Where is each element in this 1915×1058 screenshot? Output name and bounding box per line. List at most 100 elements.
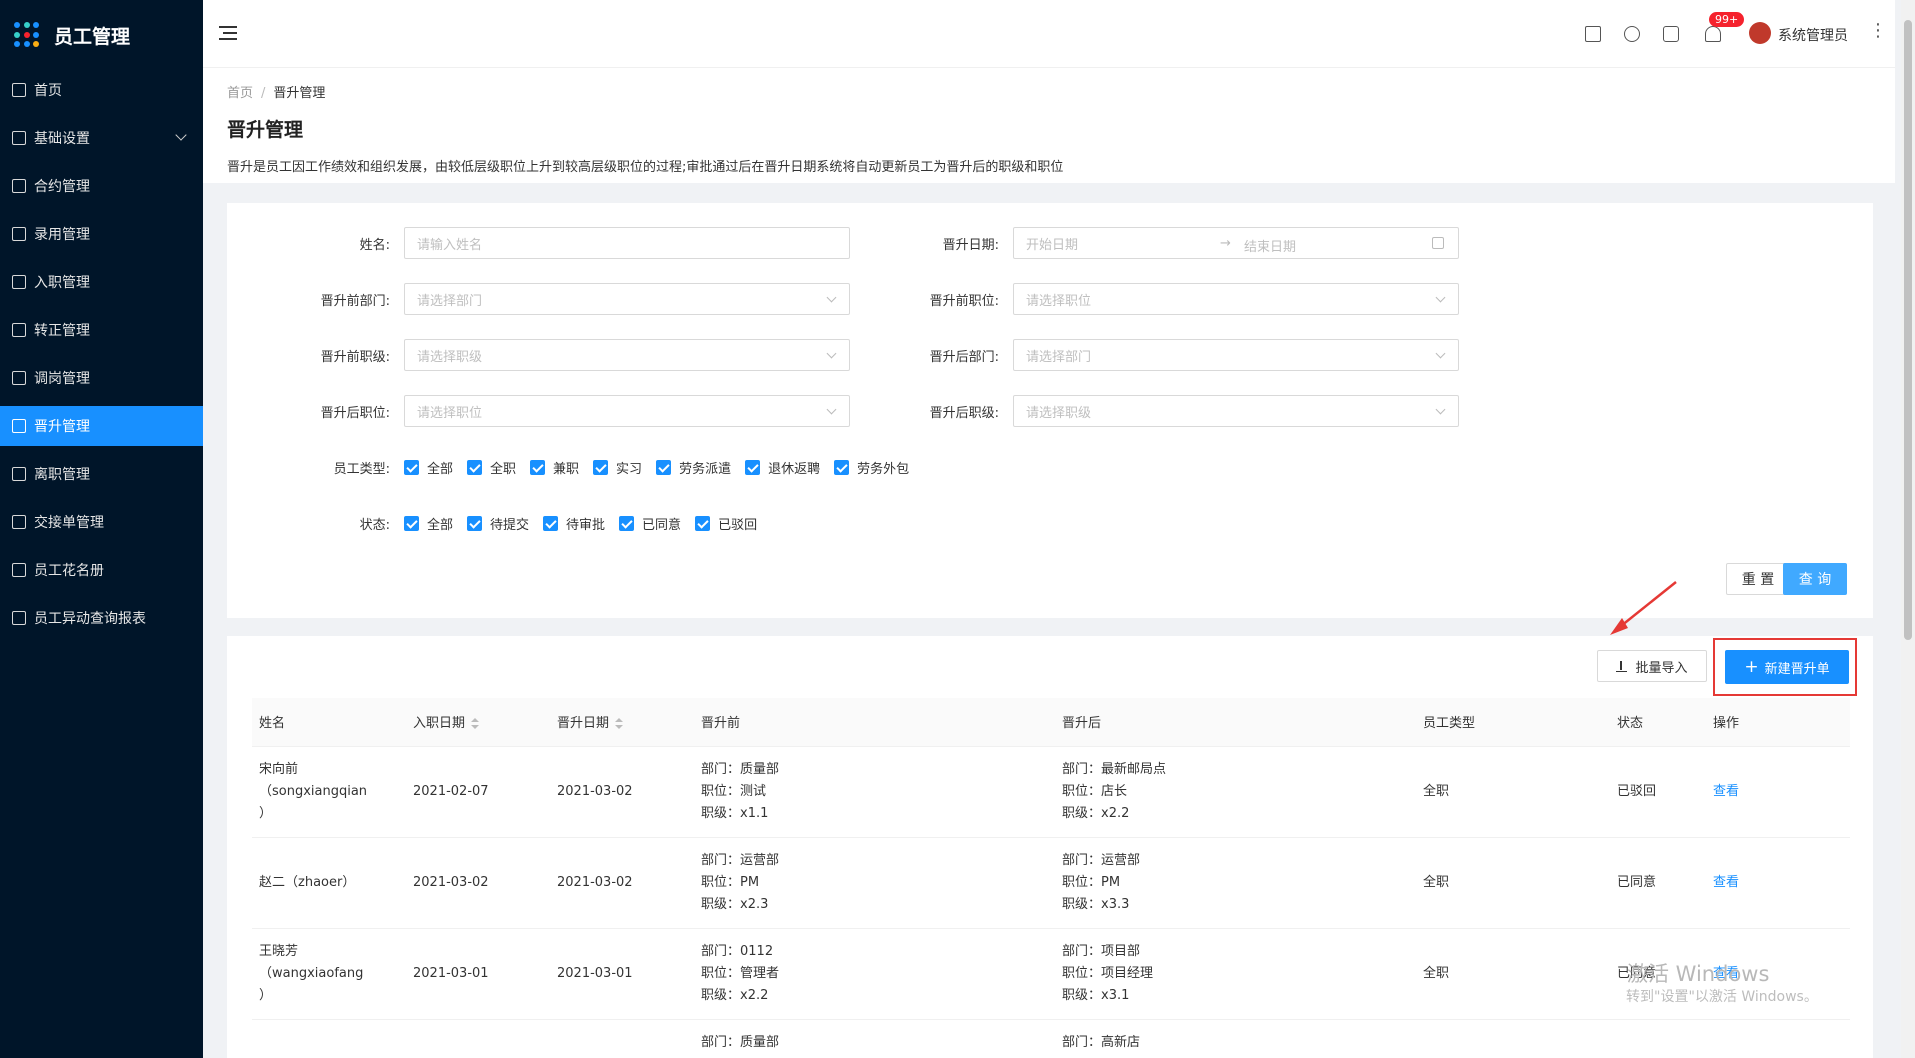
sidebar-item-11[interactable]: 员工异动查询报表 [0, 598, 203, 638]
cell-after: 部门：高新店 [1055, 1019, 1416, 1058]
cell-emp-type: 全职 [1416, 928, 1610, 1020]
calendar-icon [1432, 237, 1444, 249]
checkbox-checked-icon[interactable] [656, 460, 672, 475]
filter-before-level-row: 晋升前职级: 请选择职级 [254, 339, 850, 371]
checkbox-checked-icon[interactable] [404, 516, 419, 531]
filter-date-row: 晋升日期: 开始日期 → 结束日期 [863, 227, 1459, 259]
more-icon[interactable]: ⋮ [1869, 22, 1887, 40]
sidebar-item-8[interactable]: 离职管理 [0, 454, 203, 494]
sidebar-item-3[interactable]: 录用管理 [0, 214, 203, 254]
annotation-arrow [1610, 581, 1677, 635]
checkbox-checked-icon[interactable] [834, 460, 850, 475]
emp-type-checkbox-5[interactable]: 退休返聘 [745, 458, 820, 477]
after-pos-select[interactable]: 请选择职位 [404, 395, 850, 427]
col-join-date[interactable]: 入职日期 [406, 698, 550, 747]
cell-emp-type: 全职 [1416, 837, 1610, 929]
sidebar-item-1[interactable]: 基础设置 [0, 118, 203, 158]
filter-after-pos-row: 晋升后职位: 请选择职位 [254, 395, 850, 427]
sidebar-menu: 首页基础设置合约管理录用管理入职管理转正管理调岗管理晋升管理离职管理交接单管理员… [0, 70, 203, 638]
checkbox-checked-icon[interactable] [530, 460, 546, 475]
chevron-down-icon [1435, 404, 1446, 415]
sidebar-item-0[interactable]: 首页 [0, 70, 203, 110]
breadcrumb-current: 晋升管理 [273, 86, 326, 101]
checkbox-checked-icon[interactable] [467, 460, 483, 475]
checkbox-checked-icon[interactable] [619, 516, 635, 531]
view-link[interactable]: 查看 [1706, 746, 1850, 838]
sidebar-item-10[interactable]: 员工花名册 [0, 550, 203, 590]
help-icon[interactable] [1624, 26, 1640, 42]
cell-promo-date: 2021-03-02 [550, 837, 694, 929]
filter-before-pos-row: 晋升前职位: 请选择职位 [863, 283, 1459, 315]
query-button[interactable]: 查 询 [1783, 563, 1847, 595]
filter-after-level-row: 晋升后职级: 请选择职级 [863, 395, 1459, 427]
chevron-down-icon [1435, 292, 1446, 303]
status-checkbox-3[interactable]: 已同意 [619, 514, 681, 533]
page-scrollbar[interactable] [1901, 0, 1915, 1058]
reset-button[interactable]: 重 置 [1726, 563, 1790, 595]
logo[interactable]: 员工管理 [0, 0, 203, 70]
checkbox-checked-icon[interactable] [695, 516, 711, 531]
sidebar-item-label: 合约管理 [34, 179, 90, 195]
bell-icon[interactable] [1705, 26, 1721, 42]
menu-icon [12, 467, 26, 481]
plus-icon: + [1744, 656, 1759, 677]
apps-icon[interactable] [1663, 26, 1679, 42]
checkbox-checked-icon[interactable] [404, 460, 419, 475]
sidebar-item-5[interactable]: 转正管理 [0, 310, 203, 350]
view-link[interactable] [1706, 1019, 1850, 1058]
username[interactable]: 系统管理员 [1778, 25, 1848, 45]
sidebar-item-label: 离职管理 [34, 467, 90, 483]
cell-join-date [406, 1019, 550, 1058]
cell-name [252, 1019, 406, 1058]
col-promo-date[interactable]: 晋升日期 [550, 698, 694, 747]
sidebar-item-4[interactable]: 入职管理 [0, 262, 203, 302]
emp-type-checkbox-0[interactable]: 全部 [404, 458, 453, 477]
menu-icon [12, 227, 26, 241]
menu-icon [12, 131, 26, 145]
windows-watermark-sub: 转到"设置"以激活 Windows。 [1626, 989, 1818, 1005]
status-checkbox-1[interactable]: 待提交 [467, 514, 529, 533]
view-link[interactable]: 查看 [1706, 837, 1850, 929]
sidebar-item-7[interactable]: 晋升管理 [0, 406, 203, 446]
scrollbar-thumb[interactable] [1904, 20, 1912, 640]
cell-join-date: 2021-02-07 [406, 746, 550, 838]
home-icon[interactable] [1585, 26, 1601, 42]
windows-watermark: 激活 Windows [1627, 962, 1770, 986]
name-input[interactable]: 请输入姓名 [404, 227, 850, 259]
sidebar-item-label: 调岗管理 [34, 371, 90, 387]
sort-icon[interactable] [615, 718, 624, 730]
emp-type-checkbox-6[interactable]: 劳务外包 [834, 458, 909, 477]
cell-status [1610, 1019, 1706, 1058]
before-pos-select[interactable]: 请选择职位 [1013, 283, 1459, 315]
avatar[interactable] [1749, 22, 1771, 44]
after-dept-select[interactable]: 请选择部门 [1013, 339, 1459, 371]
date-range-picker[interactable]: 开始日期 → 结束日期 [1013, 227, 1459, 259]
status-checkbox-0[interactable]: 全部 [404, 514, 453, 533]
status-checkbox-2[interactable]: 待审批 [543, 514, 605, 533]
emp-type-checkbox-3[interactable]: 实习 [593, 458, 642, 477]
menu-toggle-icon[interactable] [219, 26, 237, 40]
status-checkbox-4[interactable]: 已驳回 [695, 514, 757, 533]
sidebar-item-2[interactable]: 合约管理 [0, 166, 203, 206]
chevron-down-icon [175, 129, 187, 141]
emp-type-checkbox-1[interactable]: 全职 [467, 458, 516, 477]
cell-name: 赵二（zhaoer） [252, 837, 406, 929]
table-row: 王晓芳 （wangxiaofang） 2021-03-01 2021-03-01 部门：… [252, 928, 1850, 1020]
new-promotion-button[interactable]: + 新建晋升单 [1725, 650, 1849, 684]
breadcrumb-home[interactable]: 首页 [227, 86, 253, 101]
before-dept-select[interactable]: 请选择部门 [404, 283, 850, 315]
batch-import-button[interactable]: 批量导入 [1597, 650, 1707, 682]
checkbox-checked-icon[interactable] [593, 460, 609, 475]
before-level-select[interactable]: 请选择职级 [404, 339, 850, 371]
after-level-select[interactable]: 请选择职级 [1013, 395, 1459, 427]
cell-name: 王晓芳 （wangxiaofang） [252, 928, 406, 1020]
sort-icon[interactable] [471, 718, 480, 730]
sidebar-item-6[interactable]: 调岗管理 [0, 358, 203, 398]
chevron-down-icon [826, 348, 837, 359]
emp-type-checkbox-4[interactable]: 劳务派遣 [656, 458, 731, 477]
sidebar-item-9[interactable]: 交接单管理 [0, 502, 203, 542]
emp-type-checkbox-2[interactable]: 兼职 [530, 458, 579, 477]
checkbox-checked-icon[interactable] [543, 516, 559, 531]
checkbox-checked-icon[interactable] [467, 516, 483, 531]
checkbox-checked-icon[interactable] [745, 460, 761, 475]
